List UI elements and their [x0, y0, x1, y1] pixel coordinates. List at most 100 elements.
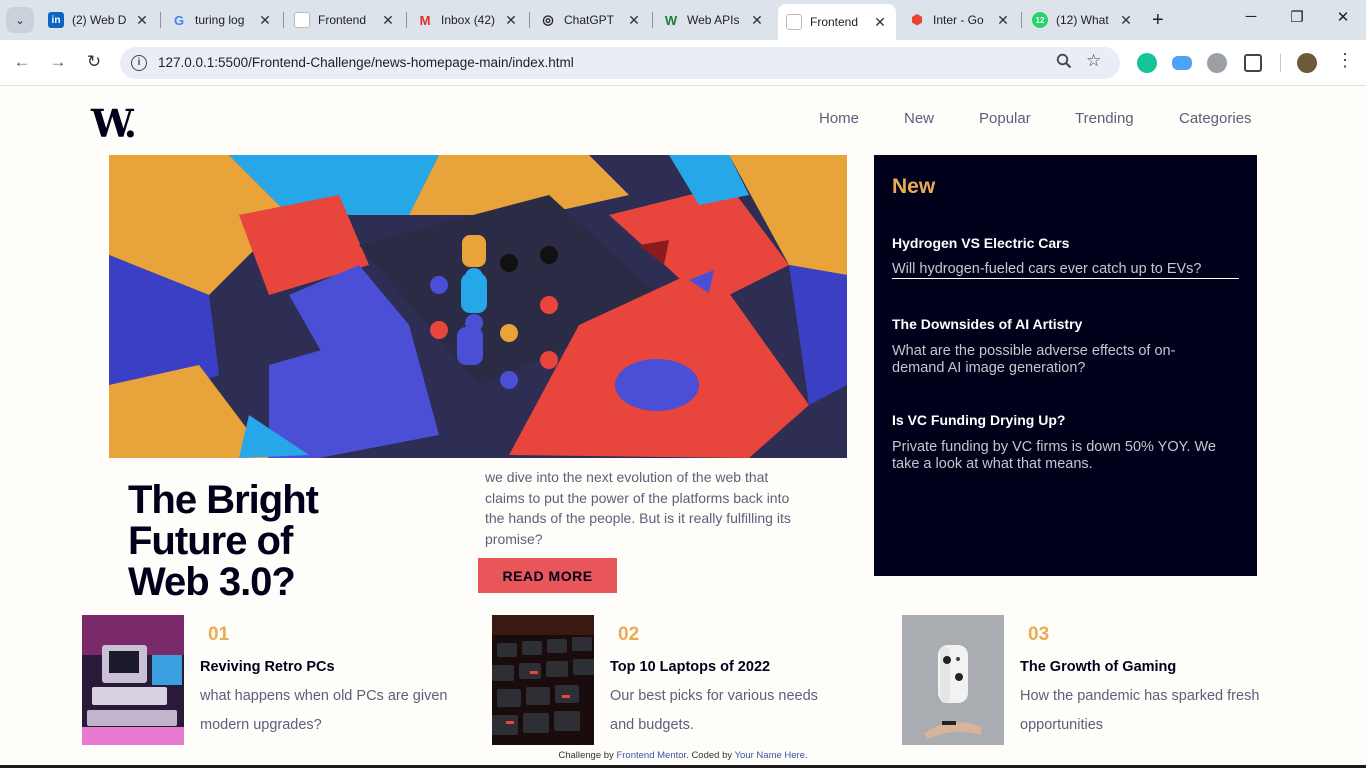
- new-item-heading[interactable]: The Downsides of AI Artistry: [892, 316, 1082, 332]
- browser-tab[interactable]: 12 (12) What ✕: [1024, 5, 1142, 35]
- chatgpt-icon: ◎: [542, 12, 554, 27]
- address-bar[interactable]: i 127.0.0.1:5500/Frontend-Challenge/news…: [120, 47, 1120, 79]
- hero-description: we dive into the next evolution of the w…: [485, 469, 791, 547]
- browser-tab[interactable]: M Inbox (42) ✕: [409, 5, 527, 35]
- hero-title: The Bright Future of Web 3.0?: [128, 480, 418, 603]
- browser-tab[interactable]: in (2) Web D ✕: [40, 5, 158, 35]
- frontend-mentor-icon: [786, 14, 802, 30]
- retro-pc-thumbnail[interactable]: [82, 615, 184, 745]
- grammarly-extension-icon[interactable]: [1137, 53, 1157, 73]
- footer-suffix: .: [805, 750, 808, 761]
- tab-search-chevron-icon[interactable]: ⌄: [6, 7, 34, 33]
- browser-tab-strip: ⌄ in (2) Web D ✕ G turing log ✕ Frontend…: [0, 0, 1366, 40]
- close-icon[interactable]: ✕: [503, 12, 519, 29]
- nav-categories[interactable]: Categories: [1179, 110, 1252, 127]
- tab-title: (12) What: [1056, 13, 1109, 27]
- restore-icon[interactable]: ❐: [1277, 8, 1317, 26]
- new-articles-panel: New Hydrogen VS Electric Cars Will hydro…: [874, 155, 1257, 576]
- tab-separator: [406, 12, 407, 28]
- frontend-mentor-link[interactable]: Frontend Mentor: [616, 750, 686, 761]
- browser-tab-active[interactable]: Frontend ✕: [778, 4, 896, 40]
- back-arrow-icon[interactable]: ←: [10, 52, 34, 72]
- browser-tab[interactable]: G turing log ✕: [163, 5, 281, 35]
- url-text[interactable]: 127.0.0.1:5500/Frontend-Challenge/news-h…: [158, 55, 574, 70]
- tab-title: Frontend: [810, 15, 859, 29]
- minimize-icon[interactable]: ─: [1231, 8, 1271, 25]
- nav-trending[interactable]: Trending: [1075, 110, 1134, 127]
- profile-avatar[interactable]: [1297, 53, 1317, 73]
- close-icon[interactable]: ✕: [257, 12, 273, 29]
- divider: [892, 278, 1239, 279]
- new-item-heading[interactable]: Is VC Funding Drying Up?: [892, 412, 1065, 428]
- close-icon[interactable]: ✕: [995, 12, 1011, 29]
- site-logo[interactable]: W.: [91, 105, 137, 143]
- card-heading[interactable]: Reviving Retro PCs: [200, 659, 335, 675]
- zoom-magnifier-icon[interactable]: [1056, 53, 1072, 73]
- tab-title: Frontend: [318, 13, 367, 27]
- tab-title: Inbox (42): [441, 13, 496, 27]
- tab-separator: [160, 12, 161, 28]
- new-item-text: Private funding by VC firms is down 50% …: [892, 439, 1216, 472]
- card-heading[interactable]: The Growth of Gaming: [1020, 659, 1176, 675]
- card-heading[interactable]: Top 10 Laptops of 2022: [610, 659, 770, 675]
- tab-title: Inter - Go: [933, 13, 984, 27]
- new-item-text: Will hydrogen-fueled cars ever catch up …: [892, 261, 1202, 277]
- forward-arrow-icon[interactable]: →: [46, 52, 70, 72]
- new-tab-plus-icon[interactable]: +: [1152, 10, 1164, 30]
- browser-tab[interactable]: ◎ ChatGPT ✕: [532, 5, 650, 35]
- author-link[interactable]: Your Name Here: [735, 750, 805, 761]
- tab-separator: [652, 12, 653, 28]
- tab-title: Web APIs: [687, 13, 740, 27]
- window-close-icon[interactable]: ✕: [1323, 8, 1363, 26]
- cloud-extension-icon[interactable]: [1172, 56, 1192, 70]
- tab-title: (2) Web D: [72, 13, 127, 27]
- reload-icon[interactable]: ↻: [82, 52, 106, 72]
- card-text: How the pandemic has sparked fresh oppor…: [1020, 688, 1260, 733]
- whatsapp-icon: 12: [1032, 12, 1048, 28]
- new-panel-title: New: [892, 175, 936, 198]
- close-icon[interactable]: ✕: [626, 12, 642, 29]
- linkedin-icon: in: [48, 12, 64, 28]
- footer-mid: . Coded by: [686, 750, 735, 761]
- tab-separator: [1021, 12, 1022, 28]
- card-number: 02: [618, 624, 640, 645]
- hero-image: [109, 155, 847, 458]
- extensions-puzzle-icon[interactable]: [1244, 54, 1262, 72]
- tab-separator: [283, 12, 284, 28]
- card-number: 01: [208, 624, 230, 645]
- site-info-icon[interactable]: i: [131, 55, 147, 71]
- gmail-icon: M: [419, 12, 431, 28]
- browser-tab[interactable]: ⬢ Inter - Go ✕: [901, 5, 1019, 35]
- attribution-footer: Challenge by Frontend Mentor. Coded by Y…: [0, 750, 1366, 761]
- gaming-controller-thumbnail[interactable]: [902, 615, 1004, 745]
- new-item-heading[interactable]: Hydrogen VS Electric Cars: [892, 235, 1069, 251]
- laptop-keyboard-thumbnail[interactable]: [492, 615, 594, 745]
- hero-title-line: Future of: [128, 519, 293, 563]
- globe-extension-icon[interactable]: [1207, 53, 1227, 73]
- close-icon[interactable]: ✕: [134, 12, 150, 29]
- card-number: 03: [1028, 624, 1050, 645]
- nav-new[interactable]: New: [904, 110, 934, 127]
- google-fonts-icon: ⬢: [911, 12, 923, 27]
- card-text: what happens when old PCs are given mode…: [200, 688, 448, 733]
- menu-kebab-icon[interactable]: ⋮: [1336, 50, 1354, 71]
- nav-popular[interactable]: Popular: [979, 110, 1031, 127]
- read-more-button[interactable]: READ MORE: [478, 558, 617, 593]
- browser-tab[interactable]: W Web APIs ✕: [655, 5, 773, 35]
- hero-title-line: The Bright: [128, 478, 319, 522]
- nav-home[interactable]: Home: [819, 110, 859, 127]
- tab-separator: [529, 12, 530, 28]
- close-icon[interactable]: ✕: [872, 14, 888, 31]
- frontend-mentor-icon: [294, 12, 310, 28]
- close-icon[interactable]: ✕: [1118, 12, 1134, 29]
- bookmark-star-icon[interactable]: ☆: [1086, 51, 1101, 71]
- close-icon[interactable]: ✕: [749, 12, 765, 29]
- toolbar-separator: [1280, 54, 1281, 72]
- browser-tab[interactable]: Frontend ✕: [286, 5, 404, 35]
- browser-toolbar: ← → ↻ i 127.0.0.1:5500/Frontend-Challeng…: [0, 40, 1366, 86]
- w3schools-icon: W: [664, 12, 678, 28]
- google-icon: G: [173, 12, 185, 28]
- hero-title-line: Web 3.0?: [128, 560, 296, 604]
- close-icon[interactable]: ✕: [380, 12, 396, 29]
- tab-title: ChatGPT: [564, 13, 615, 27]
